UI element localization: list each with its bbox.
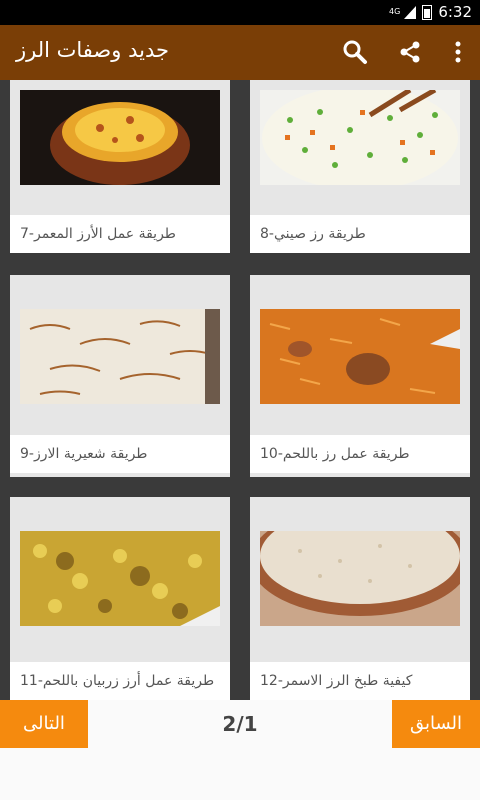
recipe-card[interactable]: 7-طريقة عمل الأرز المعمر: [10, 80, 230, 253]
recipe-caption: 9-طريقة شعيرية الارز: [10, 435, 230, 473]
recipe-caption: 7-طريقة عمل الأرز المعمر: [10, 215, 230, 253]
recipe-caption: 11-طريقة عمل أرز زربيان باللحم: [10, 662, 230, 700]
battery-icon: [422, 4, 433, 20]
recipe-card[interactable]: 9-طريقة شعيرية الارز: [10, 275, 230, 477]
search-icon[interactable]: [340, 37, 370, 67]
recipe-card[interactable]: 8-طريقة رز صيني: [250, 80, 470, 253]
network-type: 4G: [389, 7, 401, 16]
app-bar: جديد وصفات الرز: [0, 25, 480, 80]
status-bar: 4G 6:32: [0, 0, 480, 25]
recipe-image: [20, 90, 220, 185]
pagination-bar: التالى 2/1 السابق: [0, 700, 480, 800]
recipe-image: [20, 309, 220, 404]
previous-button[interactable]: السابق: [392, 700, 480, 748]
share-icon[interactable]: [395, 37, 425, 67]
recipe-card[interactable]: 10-طريقة عمل رز باللحم: [250, 275, 470, 477]
signal-icon: [404, 5, 417, 19]
recipe-image: [260, 531, 460, 626]
clock: 6:32: [438, 3, 472, 21]
recipe-image: [260, 90, 460, 185]
recipe-card[interactable]: 12-كيفية طبخ الرز الاسمر: [250, 497, 470, 700]
recipe-image: [260, 309, 460, 404]
recipe-image: [20, 531, 220, 626]
app-title: جديد وصفات الرز: [16, 38, 169, 62]
page-indicator: 2/1: [222, 712, 258, 736]
overflow-menu-icon[interactable]: [443, 37, 473, 67]
recipe-caption: 8-طريقة رز صيني: [250, 215, 470, 253]
recipe-card[interactable]: 11-طريقة عمل أرز زربيان باللحم: [10, 497, 230, 700]
recipe-grid: 8-طريقة رز صيني 7-طريقة عمل الأرز المعمر: [0, 80, 480, 700]
next-button[interactable]: التالى: [0, 700, 88, 748]
recipe-caption: 10-طريقة عمل رز باللحم: [250, 435, 470, 473]
recipe-caption: 12-كيفية طبخ الرز الاسمر: [250, 662, 470, 700]
